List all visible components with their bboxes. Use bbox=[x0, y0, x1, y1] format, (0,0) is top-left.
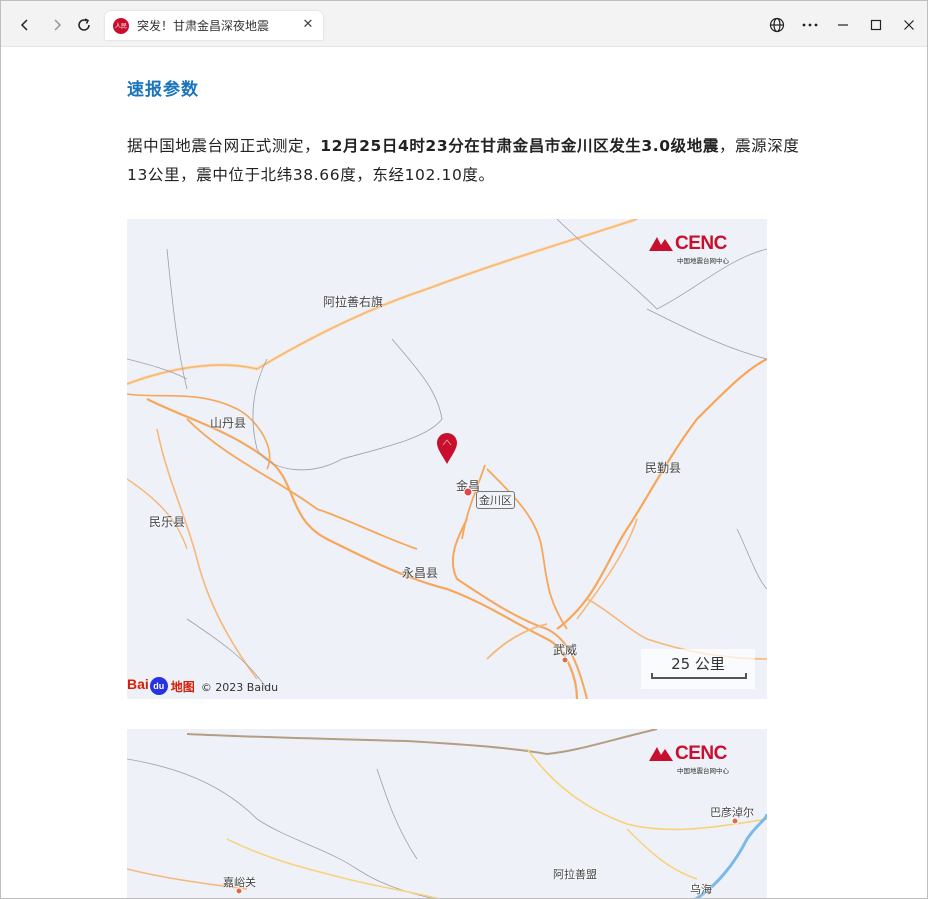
forward-arrow-icon bbox=[54, 19, 62, 31]
baidu-paw-icon: du bbox=[149, 677, 168, 695]
place-yongchang: 永昌县 bbox=[402, 566, 439, 580]
baidu-ditu-text: 地图 bbox=[170, 680, 195, 694]
earthquake-map[interactable]: 阿拉善右旗 山丹县 民乐县 金昌 金川区 永昌县 民勤县 武威 CENC 中国地… bbox=[127, 219, 767, 699]
city-marker-icon bbox=[235, 887, 243, 895]
scale-bar bbox=[651, 673, 747, 679]
minimize-button[interactable] bbox=[829, 11, 857, 39]
epicenter-pin-icon[interactable] bbox=[436, 433, 458, 465]
page-content: 速报参数 据中国地震台网正式测定，12月25日4时23分在甘肃金昌市金川区发生3… bbox=[1, 47, 927, 898]
section-title: 速报参数 bbox=[127, 80, 199, 100]
cenc-logo: CENC 中国地震台网中心 bbox=[647, 741, 753, 775]
para-lead: 据中国地震台网正式测定， bbox=[127, 137, 321, 155]
browser-tab[interactable]: 人民 突发！甘肃金昌深夜地震 ✕ bbox=[105, 11, 323, 40]
city-marker-icon bbox=[463, 487, 473, 497]
more-dots-icon bbox=[802, 23, 818, 27]
cenc-logo-text: CENC bbox=[675, 743, 727, 764]
tab-title: 突发！甘肃金昌深夜地震 bbox=[137, 19, 270, 33]
tab-close-icon[interactable]: ✕ bbox=[301, 18, 315, 32]
place-minle: 民乐县 bbox=[149, 515, 186, 529]
baidu-logo: Bai du bbox=[127, 676, 169, 695]
para-bold: 12月25日4时23分在甘肃金昌市金川区发生3.0级地震 bbox=[320, 137, 719, 155]
cenc-logo-sub: 中国地震台网中心 bbox=[677, 767, 729, 775]
maximize-button[interactable] bbox=[862, 11, 890, 39]
forward-button[interactable] bbox=[43, 11, 71, 39]
place-alashan-right: 阿拉善右旗 bbox=[323, 295, 384, 309]
back-button[interactable] bbox=[11, 11, 39, 39]
place-wuhai: 乌海 bbox=[690, 883, 712, 896]
cenc-logo-text: CENC bbox=[675, 233, 727, 254]
article-paragraph: 据中国地震台网正式测定，12月25日4时23分在甘肃金昌市金川区发生3.0级地震… bbox=[127, 132, 817, 190]
title-bar: 人民 突发！甘肃金昌深夜地震 ✕ bbox=[1, 1, 927, 47]
place-minqin: 民勤县 bbox=[645, 461, 682, 475]
city-marker-icon bbox=[731, 817, 739, 825]
city-marker-icon bbox=[561, 656, 569, 664]
map-scale: 25 公里 bbox=[641, 649, 755, 689]
maximize-icon bbox=[870, 19, 882, 31]
close-icon bbox=[904, 20, 914, 30]
place-shandan: 山丹县 bbox=[210, 416, 247, 430]
close-window-button[interactable] bbox=[895, 11, 923, 39]
map-copyright: © 2023 Baidu bbox=[200, 681, 279, 694]
more-menu-button[interactable] bbox=[796, 11, 824, 39]
cenc-logo-sub: 中国地震台网中心 bbox=[677, 257, 729, 265]
scale-label: 25 公里 bbox=[671, 655, 725, 673]
browser-window: 人民 突发！甘肃金昌深夜地震 ✕ 速报参数 据中国地震台网正式测定，12月25日… bbox=[0, 0, 928, 899]
site-favicon-icon: 人民 bbox=[113, 17, 129, 34]
baidu-attribution: Bai du 地图 © 2023 Baidu bbox=[127, 673, 278, 695]
cenc-logo-icon bbox=[649, 747, 673, 761]
baidu-logo-left: Bai bbox=[127, 676, 149, 692]
refresh-button[interactable] bbox=[70, 11, 98, 39]
cenc-logo: CENC 中国地震台网中心 bbox=[647, 231, 753, 265]
minimize-icon bbox=[838, 24, 848, 26]
regional-map[interactable]: 巴彦淖尔 嘉峪关 阿拉善盟 乌海 CENC 中国地震台网中心 bbox=[127, 729, 767, 898]
globe-icon bbox=[769, 17, 785, 33]
cenc-logo-icon bbox=[649, 237, 673, 251]
back-arrow-icon bbox=[20, 19, 28, 31]
refresh-icon bbox=[78, 18, 90, 31]
place-jinchuan: 金川区 bbox=[476, 491, 515, 509]
place-alashan: 阿拉善盟 bbox=[553, 868, 597, 881]
translate-button[interactable] bbox=[763, 11, 791, 39]
